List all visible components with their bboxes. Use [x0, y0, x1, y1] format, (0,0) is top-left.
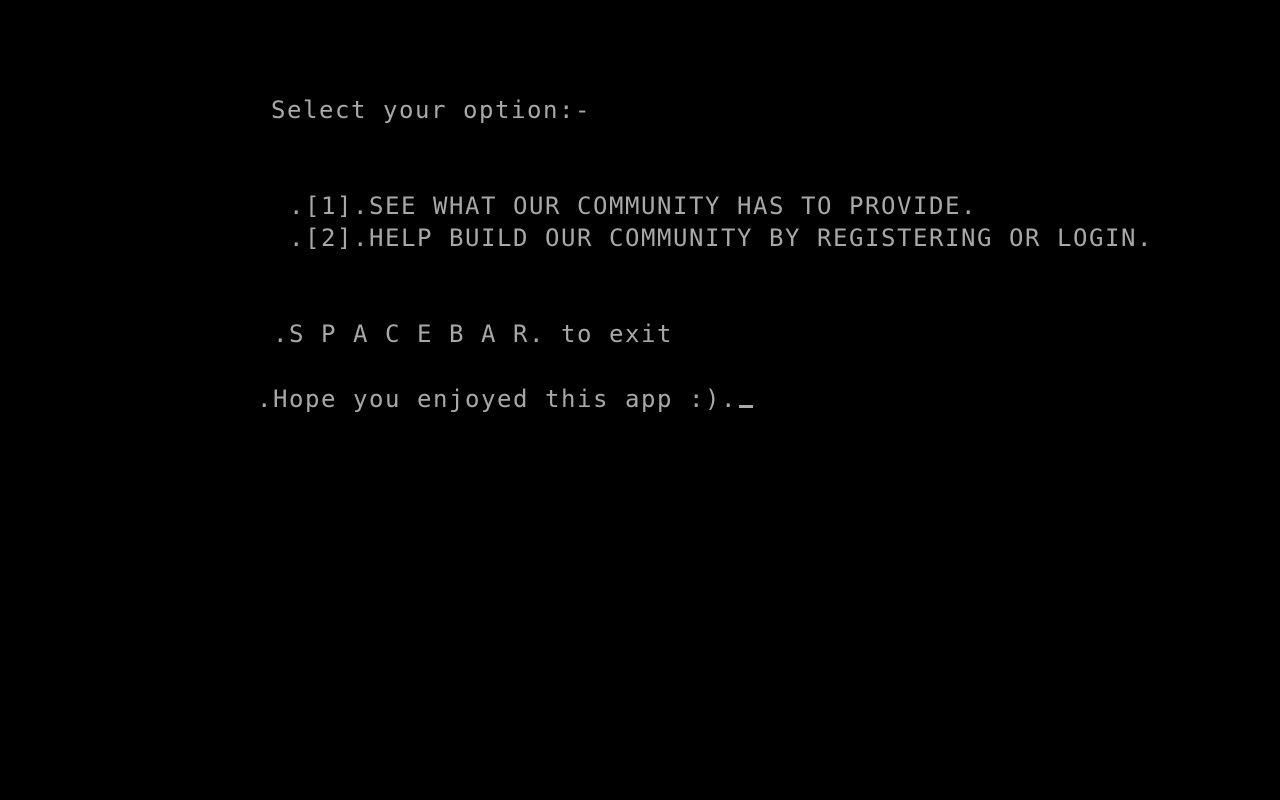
farewell-line: .Hope you enjoyed this app :). [257, 383, 753, 415]
prompt-text: Select your option:- [271, 96, 591, 124]
option-2-text: .[2].HELP BUILD OUR COMMUNITY BY REGISTE… [289, 224, 1153, 252]
text-cursor [738, 405, 753, 408]
dos-console-screen[interactable]: Select your option:- .[1].SEE WHAT OUR C… [0, 0, 1280, 800]
exit-hint-text: .S P A C E B A R. to exit [273, 320, 673, 348]
farewell-text: .Hope you enjoyed this app :). [257, 385, 737, 413]
option-1-text: .[1].SEE WHAT OUR COMMUNITY HAS TO PROVI… [289, 192, 977, 220]
